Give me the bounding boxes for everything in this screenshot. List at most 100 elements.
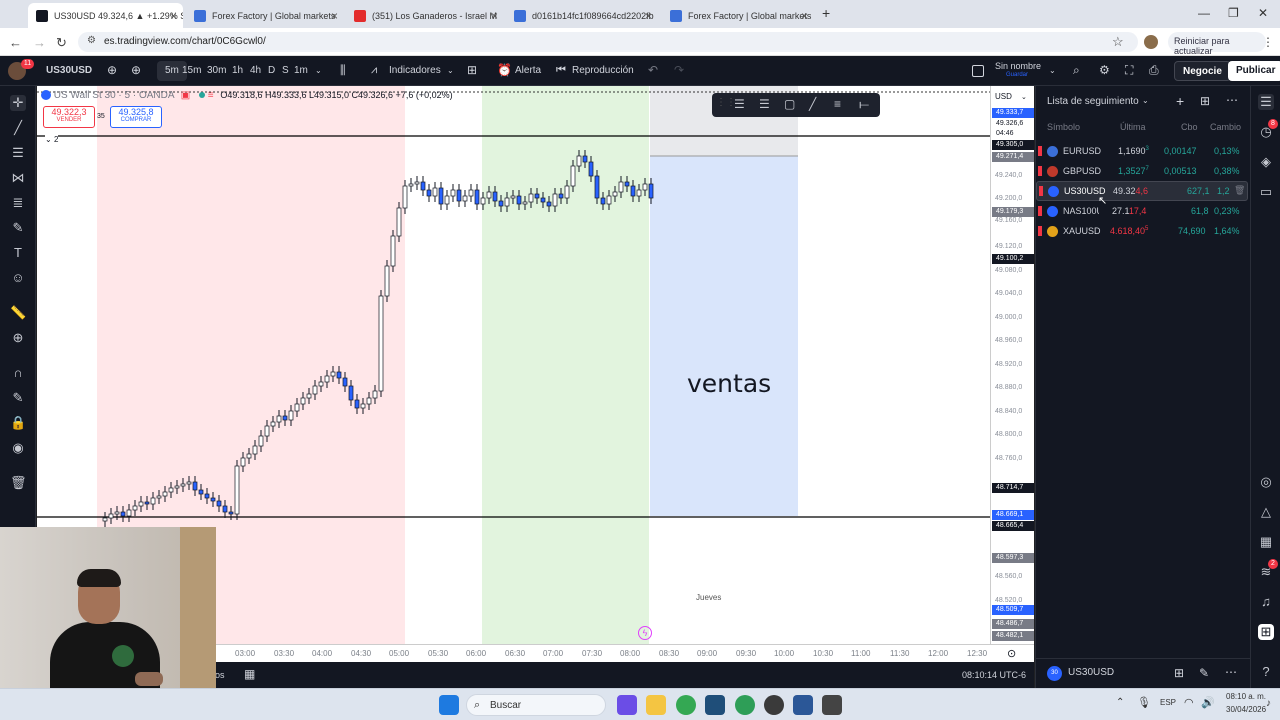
notification-bell-icon[interactable]: ♪ bbox=[1266, 698, 1271, 709]
undo-icon[interactable]: ↶ bbox=[648, 63, 658, 77]
more-line-icon[interactable]: ⟝ bbox=[859, 97, 869, 112]
timeframe-4h[interactable]: 4h bbox=[250, 65, 261, 76]
ruler-icon[interactable]: 📏 bbox=[10, 305, 26, 321]
reload-icon[interactable]: ↻ bbox=[56, 35, 67, 51]
chrome-active-icon[interactable] bbox=[735, 695, 755, 715]
legend-symbol-title[interactable]: US Wall St 30 · 5 · OANDA bbox=[54, 90, 174, 101]
tab-youtube[interactable]: (351) Los Ganaderos - Israel M × bbox=[346, 3, 504, 28]
pitchfork-icon[interactable]: ⋈ bbox=[10, 170, 26, 186]
watchlist-row[interactable]: NAS100USD 27.117,4 61,8 0,23% bbox=[1036, 201, 1251, 221]
camera-snapshot-icon[interactable]: ⎙ bbox=[1149, 63, 1159, 78]
lock-icon[interactable]: 🔒 bbox=[10, 415, 26, 431]
site-info-icon[interactable]: ⚙ bbox=[87, 35, 96, 46]
col-header-last[interactable]: Última bbox=[1120, 122, 1146, 132]
align-lines-2-icon[interactable]: ☰ bbox=[759, 97, 770, 111]
help-icon[interactable]: ? bbox=[1258, 664, 1274, 680]
close-tab-icon[interactable]: × bbox=[331, 9, 338, 23]
edit-icon[interactable]: ✎ bbox=[1199, 666, 1209, 680]
close-tab-icon[interactable]: × bbox=[801, 9, 808, 23]
add-symbol-icon[interactable]: + bbox=[1176, 93, 1184, 109]
add-symbol-icon[interactable]: ⊕ bbox=[131, 63, 141, 77]
close-window-icon[interactable]: ✕ bbox=[1258, 6, 1268, 20]
watchlist-title[interactable]: Lista de seguimiento bbox=[1047, 96, 1139, 107]
timeframe-15m[interactable]: 15m bbox=[182, 65, 201, 76]
brush-icon[interactable]: ✎ bbox=[10, 220, 26, 236]
line-style-icon[interactable]: ≡ bbox=[834, 97, 841, 111]
zoom-in-icon[interactable]: ⊕ bbox=[10, 330, 26, 346]
trend-line-icon[interactable]: ╱ bbox=[10, 120, 26, 136]
file-explorer-icon[interactable] bbox=[646, 695, 666, 715]
col-header-change-pct[interactable]: Cambio bbox=[1210, 122, 1241, 132]
watchlist-icon[interactable]: ☰ bbox=[1258, 94, 1274, 110]
timeframe-1h[interactable]: 1h bbox=[232, 65, 243, 76]
watchlist-row-selected[interactable]: US30USD 49.324,6 627,1 1,2 🗑 bbox=[1036, 181, 1248, 201]
line-tool-icon[interactable]: ╱ bbox=[809, 97, 816, 111]
drag-handle-icon[interactable]: ⋮⋮ bbox=[716, 97, 736, 108]
tab-document[interactable]: d0161b14fc1f089664cd2202fb × bbox=[506, 3, 658, 28]
close-tab-icon[interactable]: × bbox=[491, 9, 498, 23]
timeframe-1m[interactable]: 1m bbox=[294, 65, 308, 76]
trade-button[interactable]: Negocie bbox=[1174, 61, 1231, 81]
align-lines-icon[interactable]: ☰ bbox=[734, 97, 745, 111]
watchlist-row[interactable]: XAUUSD 4.618,405 74,690 1,64% bbox=[1036, 221, 1251, 241]
alert-button[interactable]: Alerta bbox=[515, 65, 541, 76]
forward-icon[interactable]: → bbox=[33, 35, 46, 50]
more-options-icon[interactable]: ⋯ bbox=[1225, 665, 1237, 679]
symbol-search-button[interactable]: US30USD bbox=[46, 65, 92, 76]
tab-tradingview[interactable]: US30USD 49.324,6 ▲ +1.29% S × bbox=[28, 3, 183, 28]
chart-clock[interactable]: 08:10:14 UTC-6 bbox=[962, 670, 1026, 680]
crosshair-icon[interactable]: ✛ bbox=[10, 95, 26, 111]
layout-checkbox[interactable] bbox=[972, 65, 984, 77]
apps-grid-icon[interactable]: ⊞ bbox=[1258, 624, 1274, 640]
watchlist-row[interactable]: GBPUSD 1,35277 0,00513 0,38% bbox=[1036, 161, 1251, 181]
text-tool-icon[interactable]: T bbox=[10, 245, 26, 261]
notifications-bell-icon[interactable]: ♫ bbox=[1258, 594, 1274, 610]
settings-gear-icon[interactable]: ⊙ bbox=[1007, 647, 1016, 660]
redo-icon[interactable]: ↷ bbox=[674, 63, 684, 77]
col-header-change[interactable]: Cbo bbox=[1181, 122, 1198, 132]
calendar-icon[interactable]: ▦ bbox=[244, 667, 255, 681]
search-icon[interactable]: ⌕ bbox=[1073, 63, 1080, 78]
layers-icon[interactable]: ◈ bbox=[1258, 154, 1274, 170]
layout-grid-icon[interactable]: ⊞ bbox=[467, 63, 477, 77]
lock-drawing-icon[interactable]: ✎ bbox=[10, 390, 26, 406]
close-tab-icon[interactable]: × bbox=[645, 9, 652, 23]
tab-forexfactory-1[interactable]: Forex Factory | Global markets × bbox=[186, 3, 344, 28]
lightning-event-icon[interactable]: ϟ bbox=[638, 626, 652, 640]
obs-icon[interactable] bbox=[764, 695, 784, 715]
settings-gear-icon[interactable]: ⚙ bbox=[1099, 63, 1110, 77]
layout-grid-icon[interactable]: ⊞ bbox=[1174, 666, 1184, 680]
remove-row-icon[interactable]: 🗑 bbox=[1234, 185, 1245, 196]
minimize-icon[interactable]: — bbox=[1198, 6, 1210, 20]
sell-zone-rect[interactable] bbox=[650, 156, 798, 516]
footer-symbol[interactable]: US30USD bbox=[1068, 667, 1114, 678]
rectangle-tool-icon[interactable]: ▢ bbox=[784, 97, 795, 111]
currency-label[interactable]: USD bbox=[995, 92, 1012, 101]
url-field[interactable]: ⚙ es.tradingview.com/chart/0C6Gcwl0/ bbox=[78, 32, 1138, 52]
profile-avatar[interactable] bbox=[1144, 35, 1158, 49]
more-options-icon[interactable]: ⋯ bbox=[1226, 93, 1238, 107]
maximize-icon[interactable]: ❐ bbox=[1228, 6, 1239, 20]
timeframe-dropdown-icon[interactable]: ⌄ bbox=[315, 66, 322, 75]
calculator-icon[interactable] bbox=[822, 695, 842, 715]
target-icon[interactable]: ◎ bbox=[1258, 474, 1274, 490]
layout-name[interactable]: Sin nombre bbox=[995, 61, 1041, 71]
fib-retracement-icon[interactable]: ≣ bbox=[10, 195, 26, 211]
tray-chevron-icon[interactable]: ⌃ bbox=[1116, 697, 1124, 708]
bookmark-star-icon[interactable]: ☆ bbox=[1112, 34, 1124, 50]
windows-start-icon[interactable] bbox=[439, 695, 459, 715]
layout-dropdown-icon[interactable]: ⌄ bbox=[1049, 66, 1056, 75]
candle-type-icon[interactable]: ⫼ bbox=[340, 63, 346, 78]
trash-icon[interactable]: 🗑 bbox=[10, 475, 27, 491]
publish-button[interactable]: Publicar bbox=[1228, 61, 1280, 81]
indicators-button[interactable]: Indicadores bbox=[389, 65, 441, 76]
wifi-icon[interactable]: ◠ bbox=[1184, 696, 1194, 709]
calendar-icon[interactable]: ▦ bbox=[1258, 534, 1274, 550]
chevron-down-icon[interactable]: ⌄ bbox=[1142, 96, 1149, 105]
timeframe-d[interactable]: D bbox=[268, 65, 275, 76]
sell-button[interactable]: 49.322,3 VENDER bbox=[43, 106, 95, 128]
save-layout-label[interactable]: Guardar bbox=[1006, 72, 1028, 78]
microphone-icon[interactable]: 🎙 bbox=[1137, 696, 1151, 709]
fullscreen-icon[interactable]: ⛶ bbox=[1125, 63, 1133, 78]
back-icon[interactable]: ← bbox=[9, 35, 22, 50]
